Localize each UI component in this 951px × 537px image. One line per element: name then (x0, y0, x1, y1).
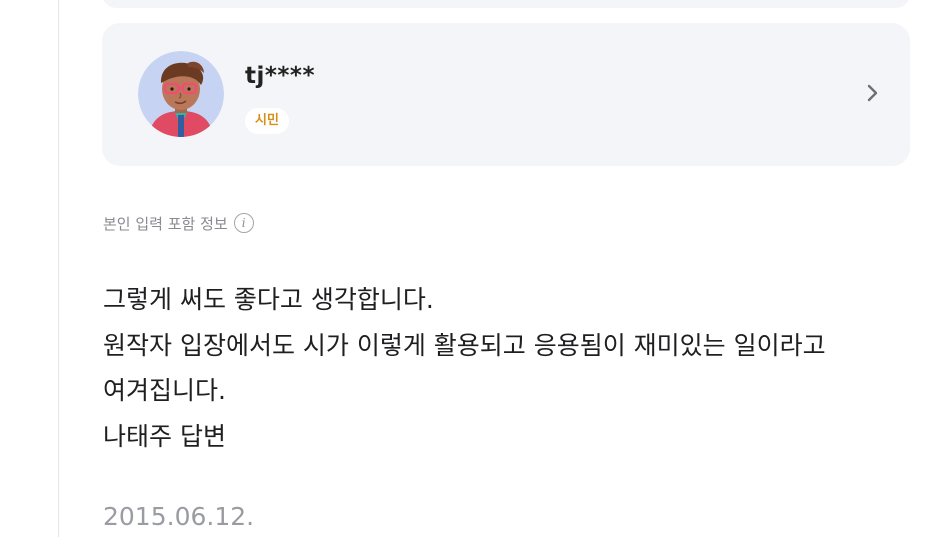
previous-card (102, 0, 910, 8)
cartoon-avatar-with-red-glasses-icon (138, 51, 224, 137)
answer-page: tj**** 시민 본인 입력 포함 정보 i 그렇게 써도 좋다고 생각합니다… (0, 0, 951, 537)
info-row: 본인 입력 포함 정보 i (103, 212, 254, 234)
info-icon[interactable]: i (233, 213, 254, 233)
answer-line: 그렇게 써도 좋다고 생각합니다. (103, 285, 434, 314)
chevron-right-icon[interactable] (860, 81, 884, 105)
grade-badge: 시민 (245, 108, 289, 134)
left-divider (58, 0, 59, 537)
username[interactable]: tj**** (245, 63, 315, 89)
answer-line: 원작자 입장에서도 시가 이렇게 활용되고 응용됨이 재미있는 일이라고 (103, 330, 826, 360)
info-label: 본인 입력 포함 정보 (103, 214, 228, 233)
avatar[interactable] (138, 51, 224, 137)
answer-signature: 나태주 답변 (103, 421, 226, 451)
profile-card[interactable]: tj**** 시민 (102, 23, 910, 166)
answer-body: 그렇게 써도 좋다고 생각합니다. 원작자 입장에서도 시가 이렇게 활용되고 … (103, 277, 913, 459)
answer-date: 2015.06.12. (103, 502, 255, 531)
answer-line: 여겨집니다. (103, 376, 226, 405)
